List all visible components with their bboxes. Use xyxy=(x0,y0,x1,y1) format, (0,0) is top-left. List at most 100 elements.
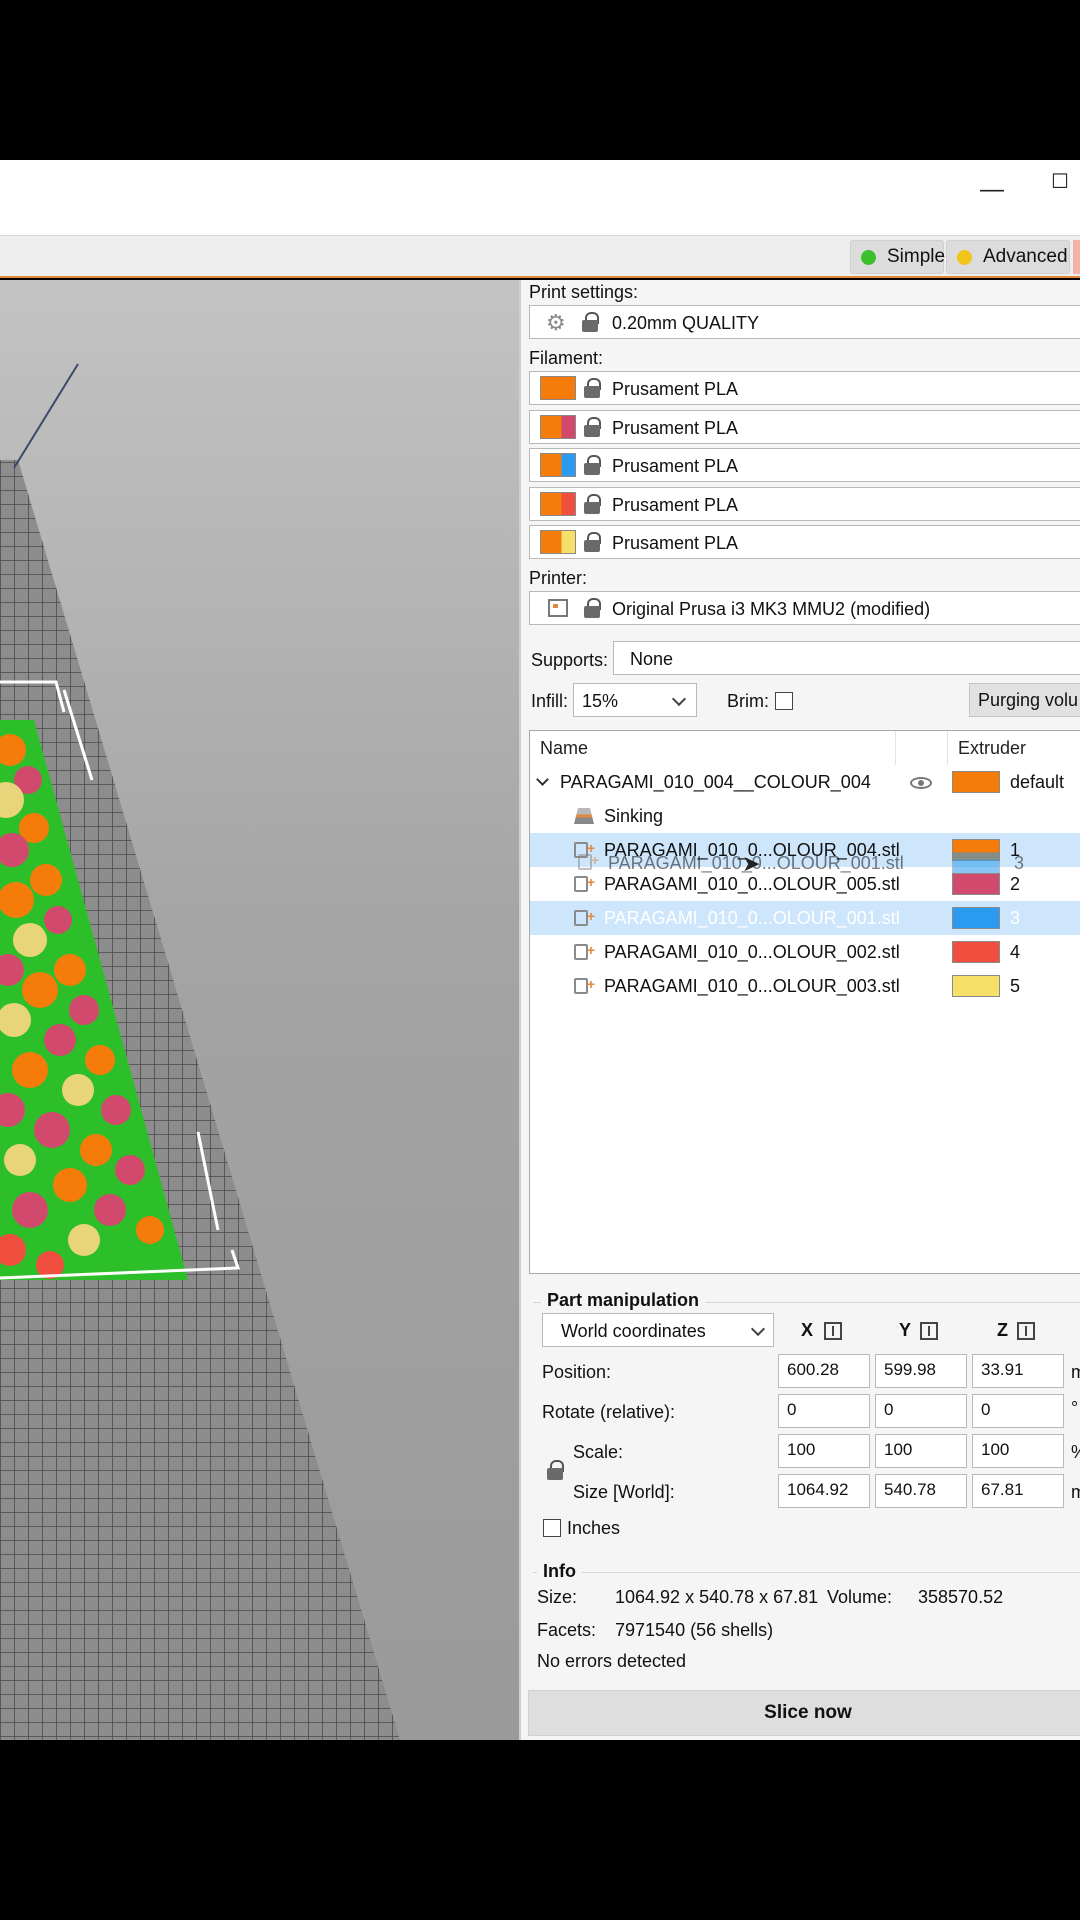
filament-1-color-swatch xyxy=(540,376,576,400)
simple-mode-button[interactable]: Simple xyxy=(850,240,946,274)
object-list[interactable]: Name Extruder PARAGAMI_010_004__COLOUR_0… xyxy=(529,730,1080,1274)
rotate-y-input[interactable]: 0 xyxy=(875,1394,967,1428)
sinking-row[interactable]: Sinking xyxy=(530,799,1080,833)
rotate-unit: ° xyxy=(1071,1398,1079,1418)
part-icon xyxy=(574,899,595,933)
brim-checkbox[interactable] xyxy=(775,692,793,710)
simple-mode-label: Simple xyxy=(887,246,946,267)
position-x-input[interactable]: 600.28 xyxy=(778,1354,870,1388)
info-volume-label: Volume: xyxy=(827,1587,893,1607)
part-name: PARAGAMI_010_0...OLOUR_002.stl xyxy=(604,942,900,962)
supports-label: Supports: xyxy=(531,650,609,670)
filament-5-name: Prusament PLA xyxy=(612,533,739,553)
eye-icon[interactable] xyxy=(910,777,932,789)
printer-combo[interactable]: Original Prusa i3 MK3 MMU2 (modified) xyxy=(529,591,1080,625)
rotate-z-input[interactable]: 0 xyxy=(972,1394,1064,1428)
3d-viewport[interactable] xyxy=(0,280,519,1740)
filament-2-name: Prusament PLA xyxy=(612,418,739,438)
drop-to-bed-x-icon[interactable] xyxy=(824,1322,842,1340)
drag-ghost-extruder: 3 xyxy=(1014,853,1025,873)
scale-y-input[interactable]: 100 xyxy=(875,1434,967,1468)
size-x-input[interactable]: 1064.92 xyxy=(778,1474,870,1508)
info-facets-value: 7971540 (56 shells) xyxy=(615,1620,774,1640)
maximize-icon[interactable]: ☐ xyxy=(1040,170,1080,194)
print-settings-value: 0.20mm QUALITY xyxy=(612,313,760,333)
mouse-cursor-icon: ➤ xyxy=(742,851,761,876)
part-name: PARAGAMI_010_0...OLOUR_003.stl xyxy=(604,976,900,996)
scale-x-input[interactable]: 100 xyxy=(778,1434,870,1468)
position-unit: m xyxy=(1071,1362,1080,1383)
expert-mode-button[interactable] xyxy=(1073,240,1080,274)
filament-2-color-swatch xyxy=(540,415,576,439)
part-extruder-swatch xyxy=(952,941,1000,963)
supports-combo[interactable]: None xyxy=(613,641,1080,675)
scale-unit: % xyxy=(1071,1442,1080,1463)
scale-z-input[interactable]: 100 xyxy=(972,1434,1064,1468)
object-row[interactable]: PARAGAMI_010_004__COLOUR_004 default xyxy=(530,765,1080,799)
rotate-x-input[interactable]: 0 xyxy=(778,1394,870,1428)
filament-3-color-swatch xyxy=(540,453,576,477)
info-size-value: 1064.92 x 540.78 x 67.81 xyxy=(615,1587,819,1607)
part-row[interactable]: PARAGAMI_010_0...OLOUR_003.stl 5 xyxy=(530,967,1080,1003)
part-row[interactable]: PARAGAMI_010_0...OLOUR_001.stl 3 xyxy=(530,899,1080,935)
part-extruder-value: 3 xyxy=(1010,908,1021,928)
filament-combo-2[interactable]: Prusament PLA xyxy=(529,410,1080,444)
filament-4-color-swatch xyxy=(540,492,576,516)
inches-label: Inches xyxy=(567,1518,621,1538)
lock-icon xyxy=(584,532,601,552)
coordinate-system-combo[interactable]: World coordinates xyxy=(542,1313,774,1347)
part-icon xyxy=(574,967,595,1001)
lock-icon xyxy=(584,378,601,398)
part-extruder-value: 5 xyxy=(1010,976,1021,996)
column-header-extruder[interactable]: Extruder xyxy=(948,731,1080,765)
drop-to-bed-z-icon[interactable] xyxy=(1017,1322,1035,1340)
info-title: Info xyxy=(537,1561,582,1582)
column-header-name[interactable]: Name xyxy=(530,731,896,765)
drag-ghost-row: PARAGAMI_010_0...OLOUR_001.stl 3 xyxy=(530,843,1080,878)
info-size-label: Size: xyxy=(537,1587,578,1607)
slice-now-button[interactable]: Slice now xyxy=(528,1690,1080,1736)
axis-x-label: X xyxy=(801,1320,814,1340)
info-errors: No errors detected xyxy=(537,1651,687,1671)
column-header-visibility[interactable] xyxy=(896,731,948,765)
filament-combo-4[interactable]: Prusament PLA xyxy=(529,487,1080,521)
part-row[interactable]: PARAGAMI_010_0...OLOUR_002.stl 4 xyxy=(530,933,1080,969)
mode-bar: Simple Advanced xyxy=(0,236,1080,278)
lock-icon xyxy=(582,312,599,332)
column-header-extruder-label: Extruder xyxy=(958,738,1027,758)
part-icon xyxy=(574,865,595,899)
chevron-down-icon xyxy=(750,1321,766,1337)
infill-combo[interactable]: 15% xyxy=(573,683,697,717)
drop-to-bed-y-icon[interactable] xyxy=(920,1322,938,1340)
chevron-down-icon[interactable] xyxy=(536,773,549,786)
print-settings-combo[interactable]: ⚙ 0.20mm QUALITY xyxy=(529,305,1080,339)
advanced-mode-button[interactable]: Advanced xyxy=(946,240,1070,274)
object-name: PARAGAMI_010_004__COLOUR_004 xyxy=(560,772,871,792)
size-z-input[interactable]: 67.81 xyxy=(972,1474,1064,1508)
inches-checkbox[interactable] xyxy=(543,1519,561,1537)
filament-combo-1[interactable]: Prusament PLA xyxy=(529,371,1080,405)
rotate-label: Rotate (relative): xyxy=(542,1402,676,1422)
size-unit: m xyxy=(1071,1482,1080,1503)
infill-value: 15% xyxy=(582,691,619,711)
printer-label: Printer: xyxy=(529,568,588,588)
purging-volumes-button[interactable]: Purging volu xyxy=(969,683,1080,717)
slice-now-label: Slice now xyxy=(764,1702,852,1723)
position-label: Position: xyxy=(542,1362,612,1382)
sinking-label: Sinking xyxy=(604,806,664,826)
size-y-input[interactable]: 540.78 xyxy=(875,1474,967,1508)
size-label: Size [World]: xyxy=(573,1482,675,1502)
minimize-icon[interactable]: — xyxy=(972,178,1012,202)
brim-label: Brim: xyxy=(727,691,769,711)
title-bar: — ☐ xyxy=(0,160,1080,236)
supports-value: None xyxy=(630,649,674,669)
scale-lock-icon[interactable] xyxy=(547,1460,564,1480)
filament-label: Filament: xyxy=(529,348,604,368)
position-z-input[interactable]: 33.91 xyxy=(972,1354,1064,1388)
filament-combo-5[interactable]: Prusament PLA xyxy=(529,525,1080,559)
position-y-input[interactable]: 599.98 xyxy=(875,1354,967,1388)
printer-icon xyxy=(548,599,568,617)
filament-3-name: Prusament PLA xyxy=(612,456,739,476)
filament-combo-3[interactable]: Prusament PLA xyxy=(529,448,1080,482)
part-extruder-swatch xyxy=(952,907,1000,929)
